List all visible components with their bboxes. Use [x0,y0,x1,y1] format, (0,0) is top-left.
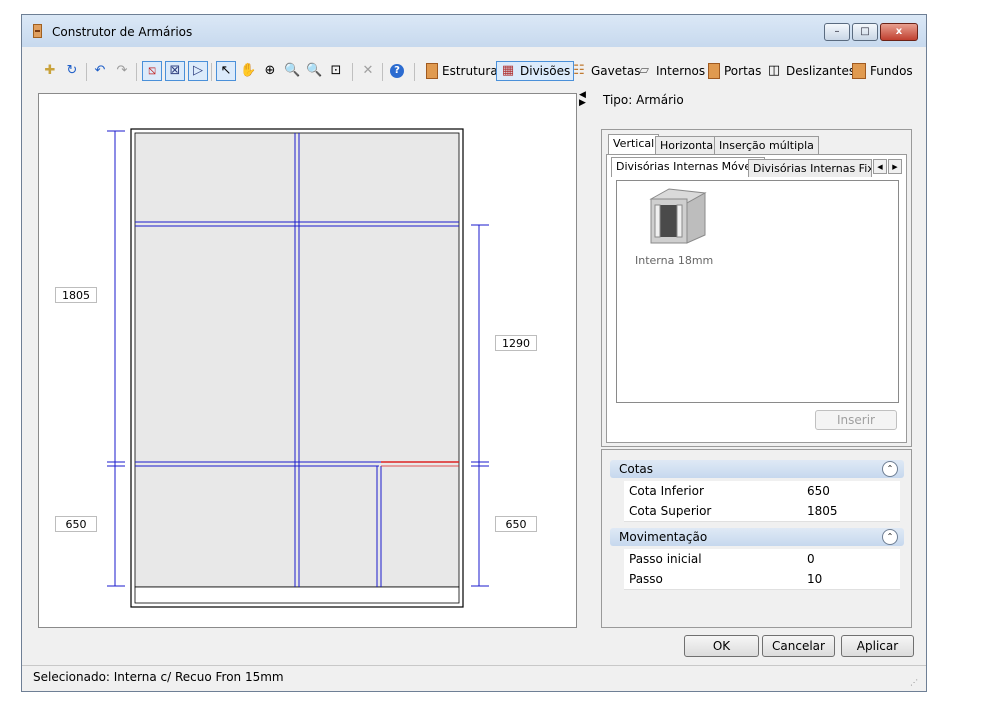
cabinet-icon [426,63,438,79]
drawing-canvas[interactable]: 1805 650 1290 650 [38,93,577,628]
undo-icon[interactable]: ↶ [92,61,108,81]
cabinet-builder-window: Construtor de Armários – □ x ✚ ↻ ↶ ↷ ⧅ ⊠… [21,14,927,692]
tab-portas[interactable]: Portas [708,61,761,81]
internal-division-icon [649,188,707,244]
tab-horizontal[interactable]: Horizontal [655,136,722,154]
list-item[interactable]: Interna 18mm [635,187,715,271]
tool-division-mode-icon[interactable]: ⊠ [165,61,185,81]
delete-icon[interactable]: ✕ [360,61,376,81]
tab-vertical[interactable]: Vertical [608,134,660,154]
door-icon [708,63,720,79]
items-list[interactable]: Interna 18mm [616,180,899,403]
dim-left-top[interactable]: 1805 [55,287,97,303]
cabinet-drawing [107,128,489,608]
help-icon[interactable]: ? [390,61,404,81]
tool-frame-icon[interactable]: ▷ [188,61,208,81]
properties-panel: Cotas ⌃ Cota Inferior 650 Cota Superior … [601,449,912,628]
subtab-fixas[interactable]: Divisórias Internas Fixas [748,159,872,177]
tab-gavetas[interactable]: ☷ Gavetas [571,61,640,81]
sliding-door-icon: ◫ [767,63,781,78]
resize-grip-icon[interactable]: ⋰ [910,672,918,694]
tab-scroll-right-icon[interactable]: ▶ [888,159,902,174]
zoom-extents-icon[interactable]: ⊡ [328,61,344,81]
tab-fundos[interactable]: Fundos [852,61,913,81]
grid-icon: ▦ [501,63,515,78]
tab-deslizantes[interactable]: ◫ Deslizantes [766,61,855,81]
tab-internos[interactable]: ▱ Internos [636,61,705,81]
back-panel-icon [852,63,866,79]
division-panel: Vertical Horizontal Inserção múltipla Di… [601,129,912,447]
tab-insercao-multipla[interactable]: Inserção múltipla [714,136,819,154]
tool-select-division-icon[interactable]: ⧅ [142,61,162,81]
apply-button[interactable]: Aplicar [841,635,914,657]
zoom-in-icon[interactable]: 🔍 [284,61,300,81]
dim-right-bottom[interactable]: 650 [495,516,537,532]
cancel-button[interactable]: Cancelar [762,635,835,657]
collapse-chevron-icon[interactable]: ⌃ [882,529,898,545]
property-row[interactable]: Cota Superior 1805 [624,501,900,522]
tab-divisoes[interactable]: ▦ Divisões [496,61,575,81]
maximize-button[interactable]: □ [852,23,878,41]
redo-icon[interactable]: ↷ [114,61,130,81]
close-button[interactable]: x [880,23,918,41]
type-label: Tipo: Armário [603,93,684,107]
cotas-group-header[interactable]: Cotas ⌃ [610,460,904,478]
pan-icon[interactable]: ✋ [240,61,256,81]
zoom-window-icon[interactable]: ⊕ [262,61,278,81]
minimize-button[interactable]: – [824,23,850,41]
movimentacao-group-header[interactable]: Movimentação ⌃ [610,528,904,546]
dim-right-top[interactable]: 1290 [495,335,537,351]
toolbar: ✚ ↻ ↶ ↷ ⧅ ⊠ ▷ ↖ ✋ ⊕ 🔍 🔍 ⊡ ✕ ? Estrutura … [22,51,926,91]
property-row[interactable]: Cota Inferior 650 [624,481,900,502]
zoom-out-icon[interactable]: 🔍 [306,61,322,81]
drawers-icon: ☷ [573,63,585,78]
item-label: Interna 18mm [635,254,714,267]
internals-icon: ▱ [639,63,649,78]
ok-button[interactable]: OK [684,635,759,657]
property-row[interactable]: Passo 10 [624,569,900,590]
dim-left-bottom[interactable]: 650 [55,516,97,532]
refresh-icon[interactable]: ↻ [64,61,80,81]
insert-button[interactable]: Inserir [815,410,897,430]
pointer-icon[interactable]: ↖ [216,61,236,81]
status-text: Selecionado: Interna c/ Recuo Fron 15mm [33,670,284,684]
status-bar: Selecionado: Interna c/ Recuo Fron 15mm … [22,665,926,691]
new-icon[interactable]: ✚ [42,61,58,81]
collapse-chevron-icon[interactable]: ⌃ [882,461,898,477]
title-bar: Construtor de Armários – □ x [22,15,926,47]
subtab-moveis[interactable]: Divisórias Internas Móveis [611,157,765,177]
tab-scroll-left-icon[interactable]: ◀ [873,159,887,174]
property-row[interactable]: Passo inicial 0 [624,549,900,570]
tab-estrutura[interactable]: Estrutura [426,61,498,81]
collapse-arrows-icon[interactable]: ◀ ▶ [579,91,586,108]
app-icon [33,24,42,38]
window-title: Construtor de Armários [52,25,193,39]
